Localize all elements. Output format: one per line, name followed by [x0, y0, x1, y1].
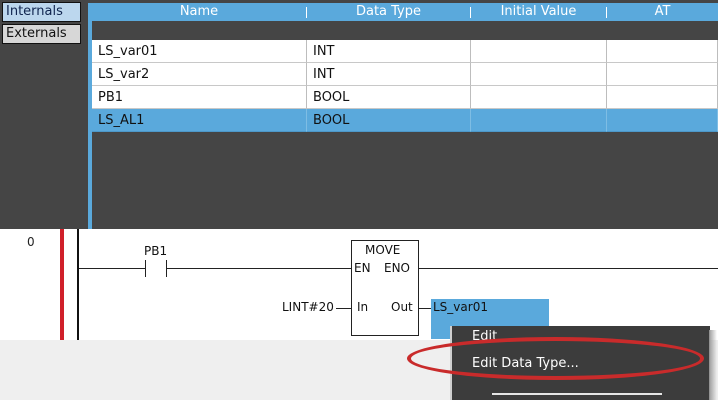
cell-initial-value[interactable]	[471, 40, 607, 63]
cell-data-type[interactable]: BOOL	[307, 86, 471, 109]
fb-eno-pin: ENO	[384, 261, 411, 275]
out-wire	[419, 308, 431, 309]
column-header-initial-value[interactable]: Initial Value	[471, 3, 606, 21]
table-row[interactable]: LS_var2 INT	[92, 63, 718, 86]
menu-shadow	[709, 330, 717, 400]
contact-left-bar[interactable]	[145, 260, 146, 277]
rung-wire	[419, 268, 718, 269]
cell-name[interactable]: LS_var2	[92, 63, 307, 86]
table-row-selected[interactable]: LS_AL1 BOOL	[92, 109, 718, 132]
table-row[interactable]: LS_var01 INT	[92, 40, 718, 63]
tab-externals[interactable]: Externals	[2, 24, 81, 44]
cell-data-type[interactable]: INT	[307, 40, 471, 63]
out-variable[interactable]: LS_var01	[433, 300, 488, 314]
tab-internals[interactable]: Internals	[2, 2, 81, 22]
cell-data-type[interactable]: BOOL	[307, 109, 471, 132]
cell-name[interactable]: LS_var01	[92, 40, 307, 63]
in-parameter[interactable]: LINT#20	[282, 300, 334, 314]
cell-initial-value[interactable]	[471, 109, 607, 132]
cell-at[interactable]	[607, 109, 718, 132]
column-header-data-type[interactable]: Data Type	[307, 3, 470, 21]
table-row[interactable]: PB1 BOOL	[92, 86, 718, 109]
cell-initial-value[interactable]	[471, 63, 607, 86]
menu-item-edit[interactable]: Edit	[472, 327, 497, 347]
cell-at[interactable]	[607, 40, 718, 63]
in-wire	[336, 308, 351, 309]
variable-grid: Name Data Type Initial Value AT LS_var01…	[88, 3, 718, 229]
cell-at[interactable]	[607, 86, 718, 109]
column-header-at[interactable]: AT	[607, 3, 718, 21]
rung-wire	[166, 268, 351, 269]
fb-title: MOVE	[365, 243, 401, 257]
rung-marker	[60, 229, 64, 340]
fb-in-pin: In	[357, 300, 369, 314]
rung-wire	[79, 268, 145, 269]
fb-out-pin: Out	[391, 300, 413, 314]
cell-at[interactable]	[607, 63, 718, 86]
cell-name[interactable]: PB1	[92, 86, 307, 109]
cell-initial-value[interactable]	[471, 86, 607, 109]
column-header-name[interactable]: Name	[92, 3, 306, 21]
variable-table-panel: Internals Externals Name Data Type Initi…	[0, 0, 718, 229]
contact-label[interactable]: PB1	[144, 244, 167, 258]
rung-number: 0	[27, 235, 35, 249]
fb-en-pin: EN	[354, 261, 371, 275]
cell-data-type[interactable]: INT	[307, 63, 471, 86]
context-menu: Edit Edit Data Type...	[450, 326, 710, 400]
cell-name[interactable]: LS_AL1	[92, 109, 307, 132]
left-power-rail	[77, 229, 79, 340]
menu-separator	[492, 393, 662, 395]
menu-item-edit-data-type[interactable]: Edit Data Type...	[472, 354, 579, 374]
